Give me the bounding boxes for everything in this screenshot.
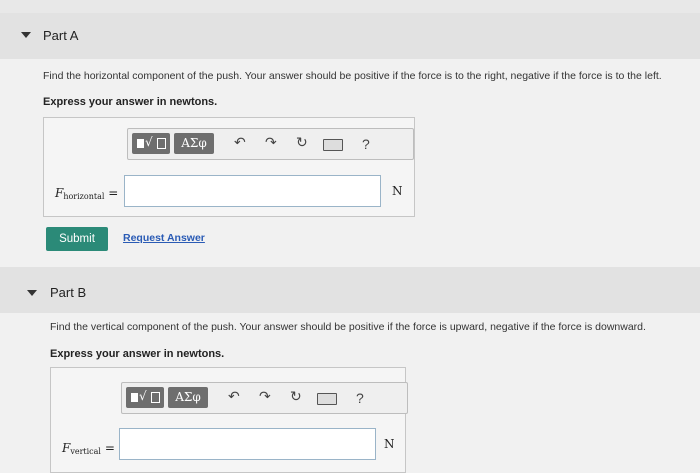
collapse-caret-icon[interactable] [27,290,37,296]
unit-label: N [392,184,403,198]
equals-sign: = [104,441,115,455]
undo-icon[interactable]: ↶ [234,135,246,151]
redo-icon[interactable]: ↷ [259,389,271,405]
part-b-header[interactable]: Part B [0,267,700,313]
reset-icon[interactable]: ↻ [296,135,308,151]
part-a-header[interactable]: Part A [0,13,700,59]
undo-icon[interactable]: ↶ [228,389,240,405]
part-b-title: Part B [50,285,87,300]
submit-button[interactable]: Submit [46,227,108,251]
templates-radical-icon[interactable]: √ [126,387,164,408]
part-a-instruction: Express your answer in newtons. [43,96,218,108]
reset-icon[interactable]: ↻ [290,389,302,405]
part-b-body: Find the vertical component of the push.… [0,313,700,473]
templates-radical-icon[interactable]: √ [132,133,170,154]
f-horizontal-input[interactable] [124,175,381,207]
variable-subscript: vertical [70,447,101,456]
request-answer-link[interactable]: Request Answer [123,232,205,244]
part-a-title: Part A [43,28,79,43]
equals-sign: = [108,186,119,200]
greek-symbols-button[interactable]: ΑΣφ [168,387,208,408]
part-b-answer-box: √ ΑΣφ ↶ ↷ ↻ ? Fvertical = N [50,367,408,473]
keyboard-icon[interactable] [317,393,337,405]
part-a-answer-box: √ ΑΣφ ↶ ↷ ↻ ? Fhorizontal = N [43,117,415,217]
help-icon[interactable]: ? [356,390,364,406]
help-icon[interactable]: ? [362,136,370,152]
part-b-instruction: Express your answer in newtons. [50,348,225,360]
collapse-caret-icon[interactable] [21,32,31,38]
part-b-prompt: Find the vertical component of the push.… [50,321,646,333]
redo-icon[interactable]: ↷ [265,135,277,151]
keyboard-icon[interactable] [323,139,343,151]
variable-subscript: horizontal [63,192,105,201]
math-toolbar: √ ΑΣφ ↶ ↷ ↻ ? [121,382,408,414]
unit-label: N [384,437,395,451]
part-a-body: Find the horizontal component of the pus… [0,59,700,267]
greek-symbols-button[interactable]: ΑΣφ [174,133,214,154]
f-vertical-input[interactable] [119,428,376,460]
math-toolbar: √ ΑΣφ ↶ ↷ ↻ ? [127,128,414,160]
f-vertical-label: Fvertical = [62,441,115,456]
part-a-prompt: Find the horizontal component of the pus… [43,70,662,82]
f-horizontal-label: Fhorizontal = [55,186,118,201]
